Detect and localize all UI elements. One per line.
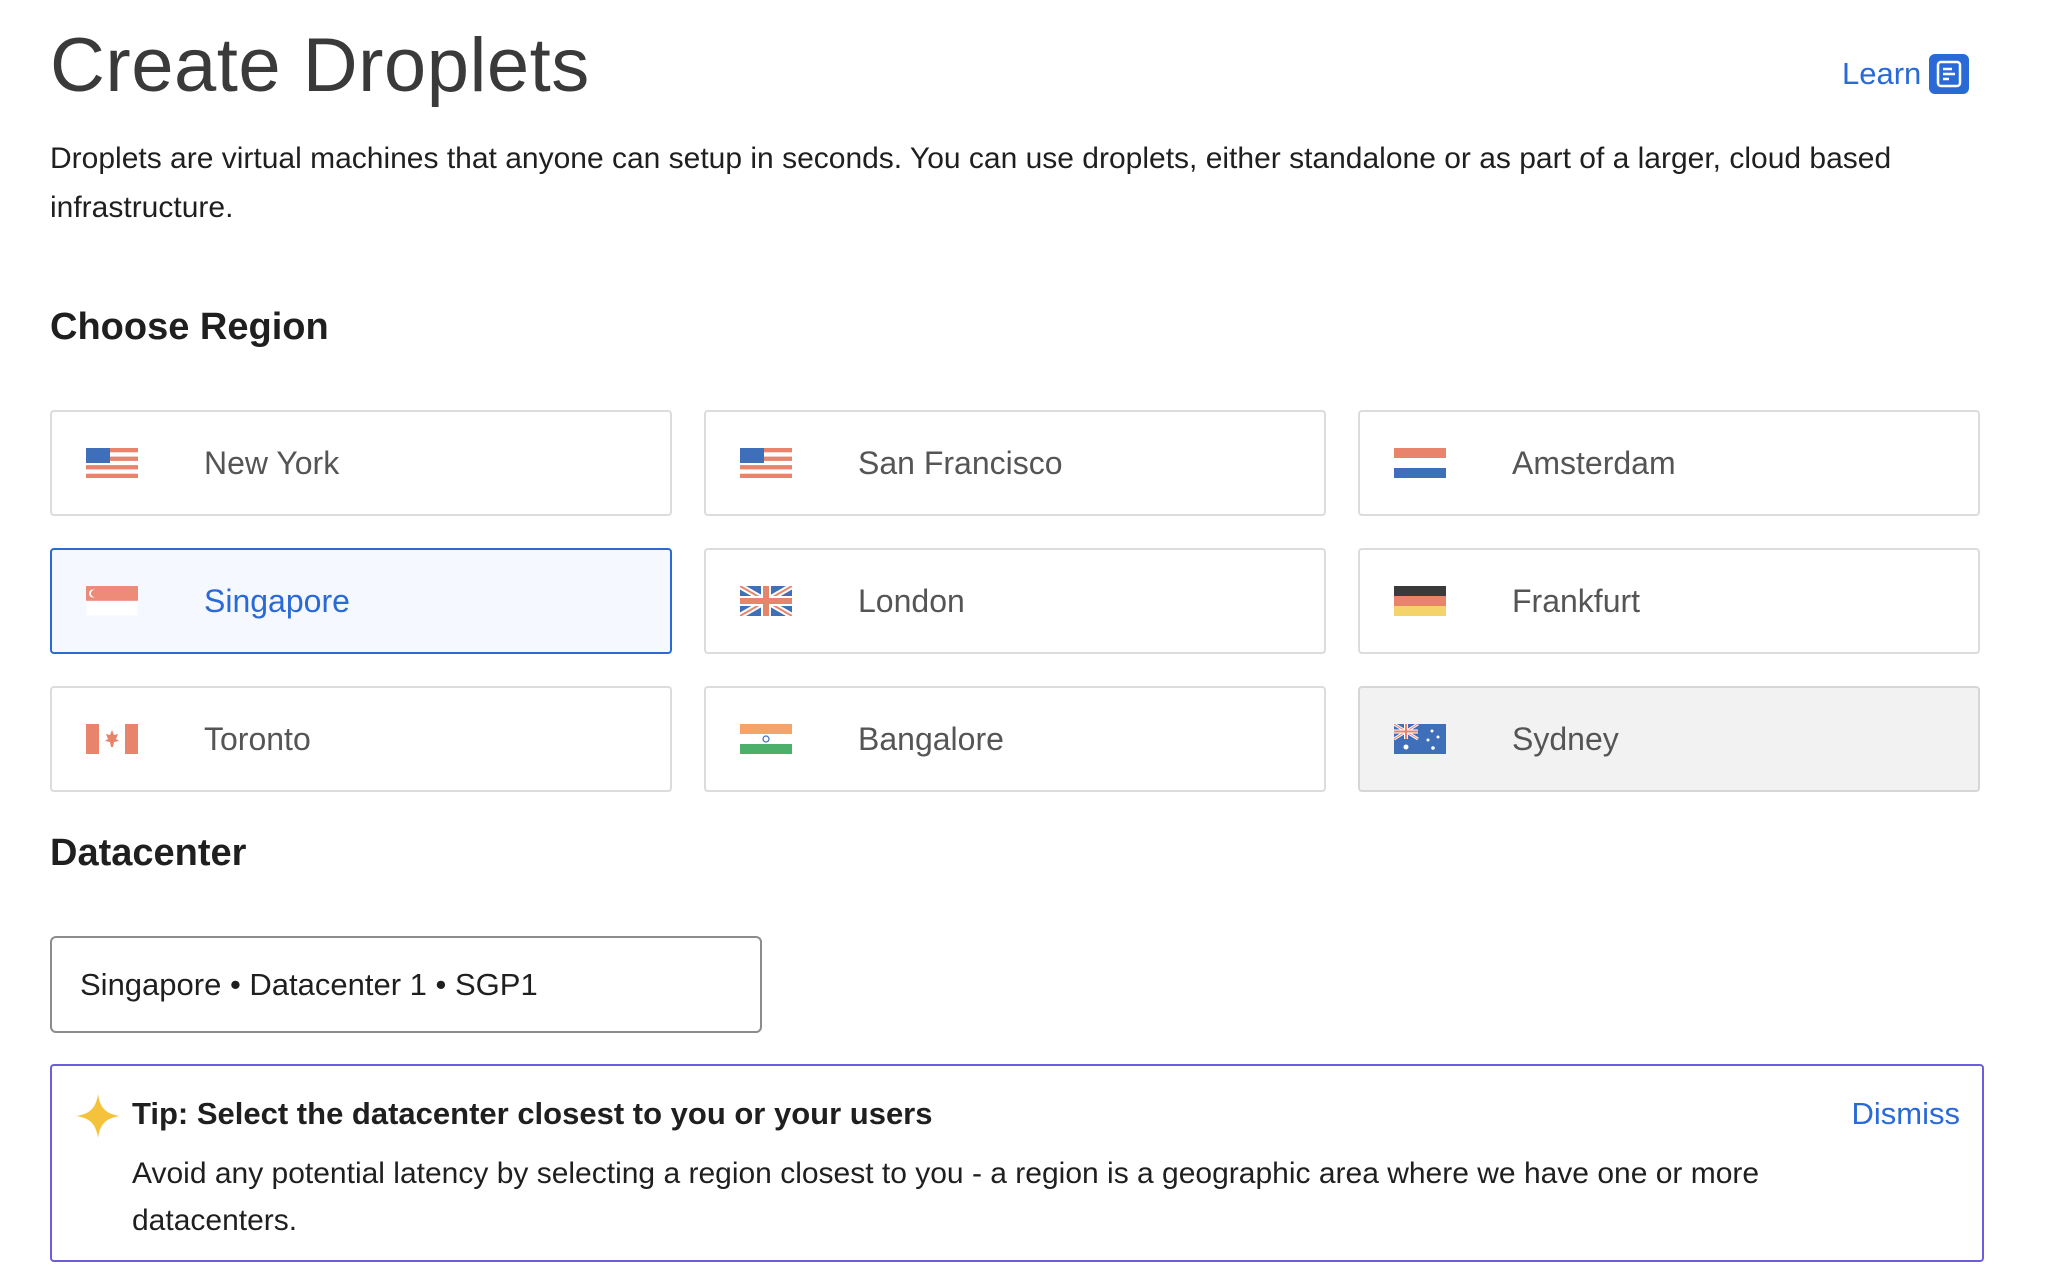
region-label: Frankfurt xyxy=(1512,582,1641,619)
region-card-toronto[interactable]: Toronto xyxy=(50,686,672,792)
region-label: New York xyxy=(204,444,340,481)
region-label: Singapore xyxy=(204,582,350,619)
uk-flag-icon xyxy=(740,586,792,616)
region-label: London xyxy=(858,582,965,619)
singapore-flag-icon xyxy=(86,586,138,616)
region-card-singapore[interactable]: Singapore xyxy=(50,548,672,654)
learn-link[interactable]: Learn xyxy=(1842,54,1970,94)
choose-region-heading: Choose Region xyxy=(50,306,329,348)
page-title: Create Droplets xyxy=(50,23,590,108)
create-droplets-page: Create Droplets Learn Droplets are virtu… xyxy=(0,0,2048,1274)
region-card-frankfurt[interactable]: Frankfurt xyxy=(1358,548,1980,654)
datacenter-select[interactable]: Singapore • Datacenter 1 • SGP1 xyxy=(50,936,762,1033)
region-card-london[interactable]: London xyxy=(704,548,1326,654)
region-card-san-francisco[interactable]: San Francisco xyxy=(704,410,1326,516)
canada-flag-icon xyxy=(86,724,138,754)
us-flag-icon xyxy=(86,448,138,478)
document-icon xyxy=(1929,54,1970,94)
us-flag-icon xyxy=(740,448,792,478)
region-label: San Francisco xyxy=(858,444,1063,481)
region-card-amsterdam[interactable]: Amsterdam xyxy=(1358,410,1980,516)
region-card-new-york[interactable]: New York xyxy=(50,410,672,516)
region-label: Amsterdam xyxy=(1512,444,1676,481)
learn-label: Learn xyxy=(1842,56,1922,91)
datacenter-heading: Datacenter xyxy=(50,832,247,874)
tip-banner: Tip: Select the datacenter closest to yo… xyxy=(50,1064,1984,1262)
india-flag-icon xyxy=(740,724,792,754)
australia-flag-icon xyxy=(1394,724,1446,754)
datacenter-selected-value: Singapore • Datacenter 1 • SGP1 xyxy=(80,966,538,1002)
tip-title: Tip: Select the datacenter closest to yo… xyxy=(132,1096,933,1131)
intro-text: Droplets are virtual machines that anyon… xyxy=(50,142,1892,224)
region-label: Bangalore xyxy=(858,720,1004,757)
region-card-sydney[interactable]: Sydney xyxy=(1358,686,1980,792)
tip-body: Avoid any potential latency by selecting… xyxy=(132,1157,1760,1237)
dismiss-button[interactable]: Dismiss xyxy=(1852,1096,1961,1132)
netherlands-flag-icon xyxy=(1394,448,1446,478)
region-label: Toronto xyxy=(204,720,311,757)
region-grid: New York San Francisco Amsterdam Singapo… xyxy=(50,410,1980,792)
sparkle-icon xyxy=(76,1094,120,1138)
region-label: Sydney xyxy=(1512,720,1619,757)
germany-flag-icon xyxy=(1394,586,1446,616)
region-card-bangalore[interactable]: Bangalore xyxy=(704,686,1326,792)
